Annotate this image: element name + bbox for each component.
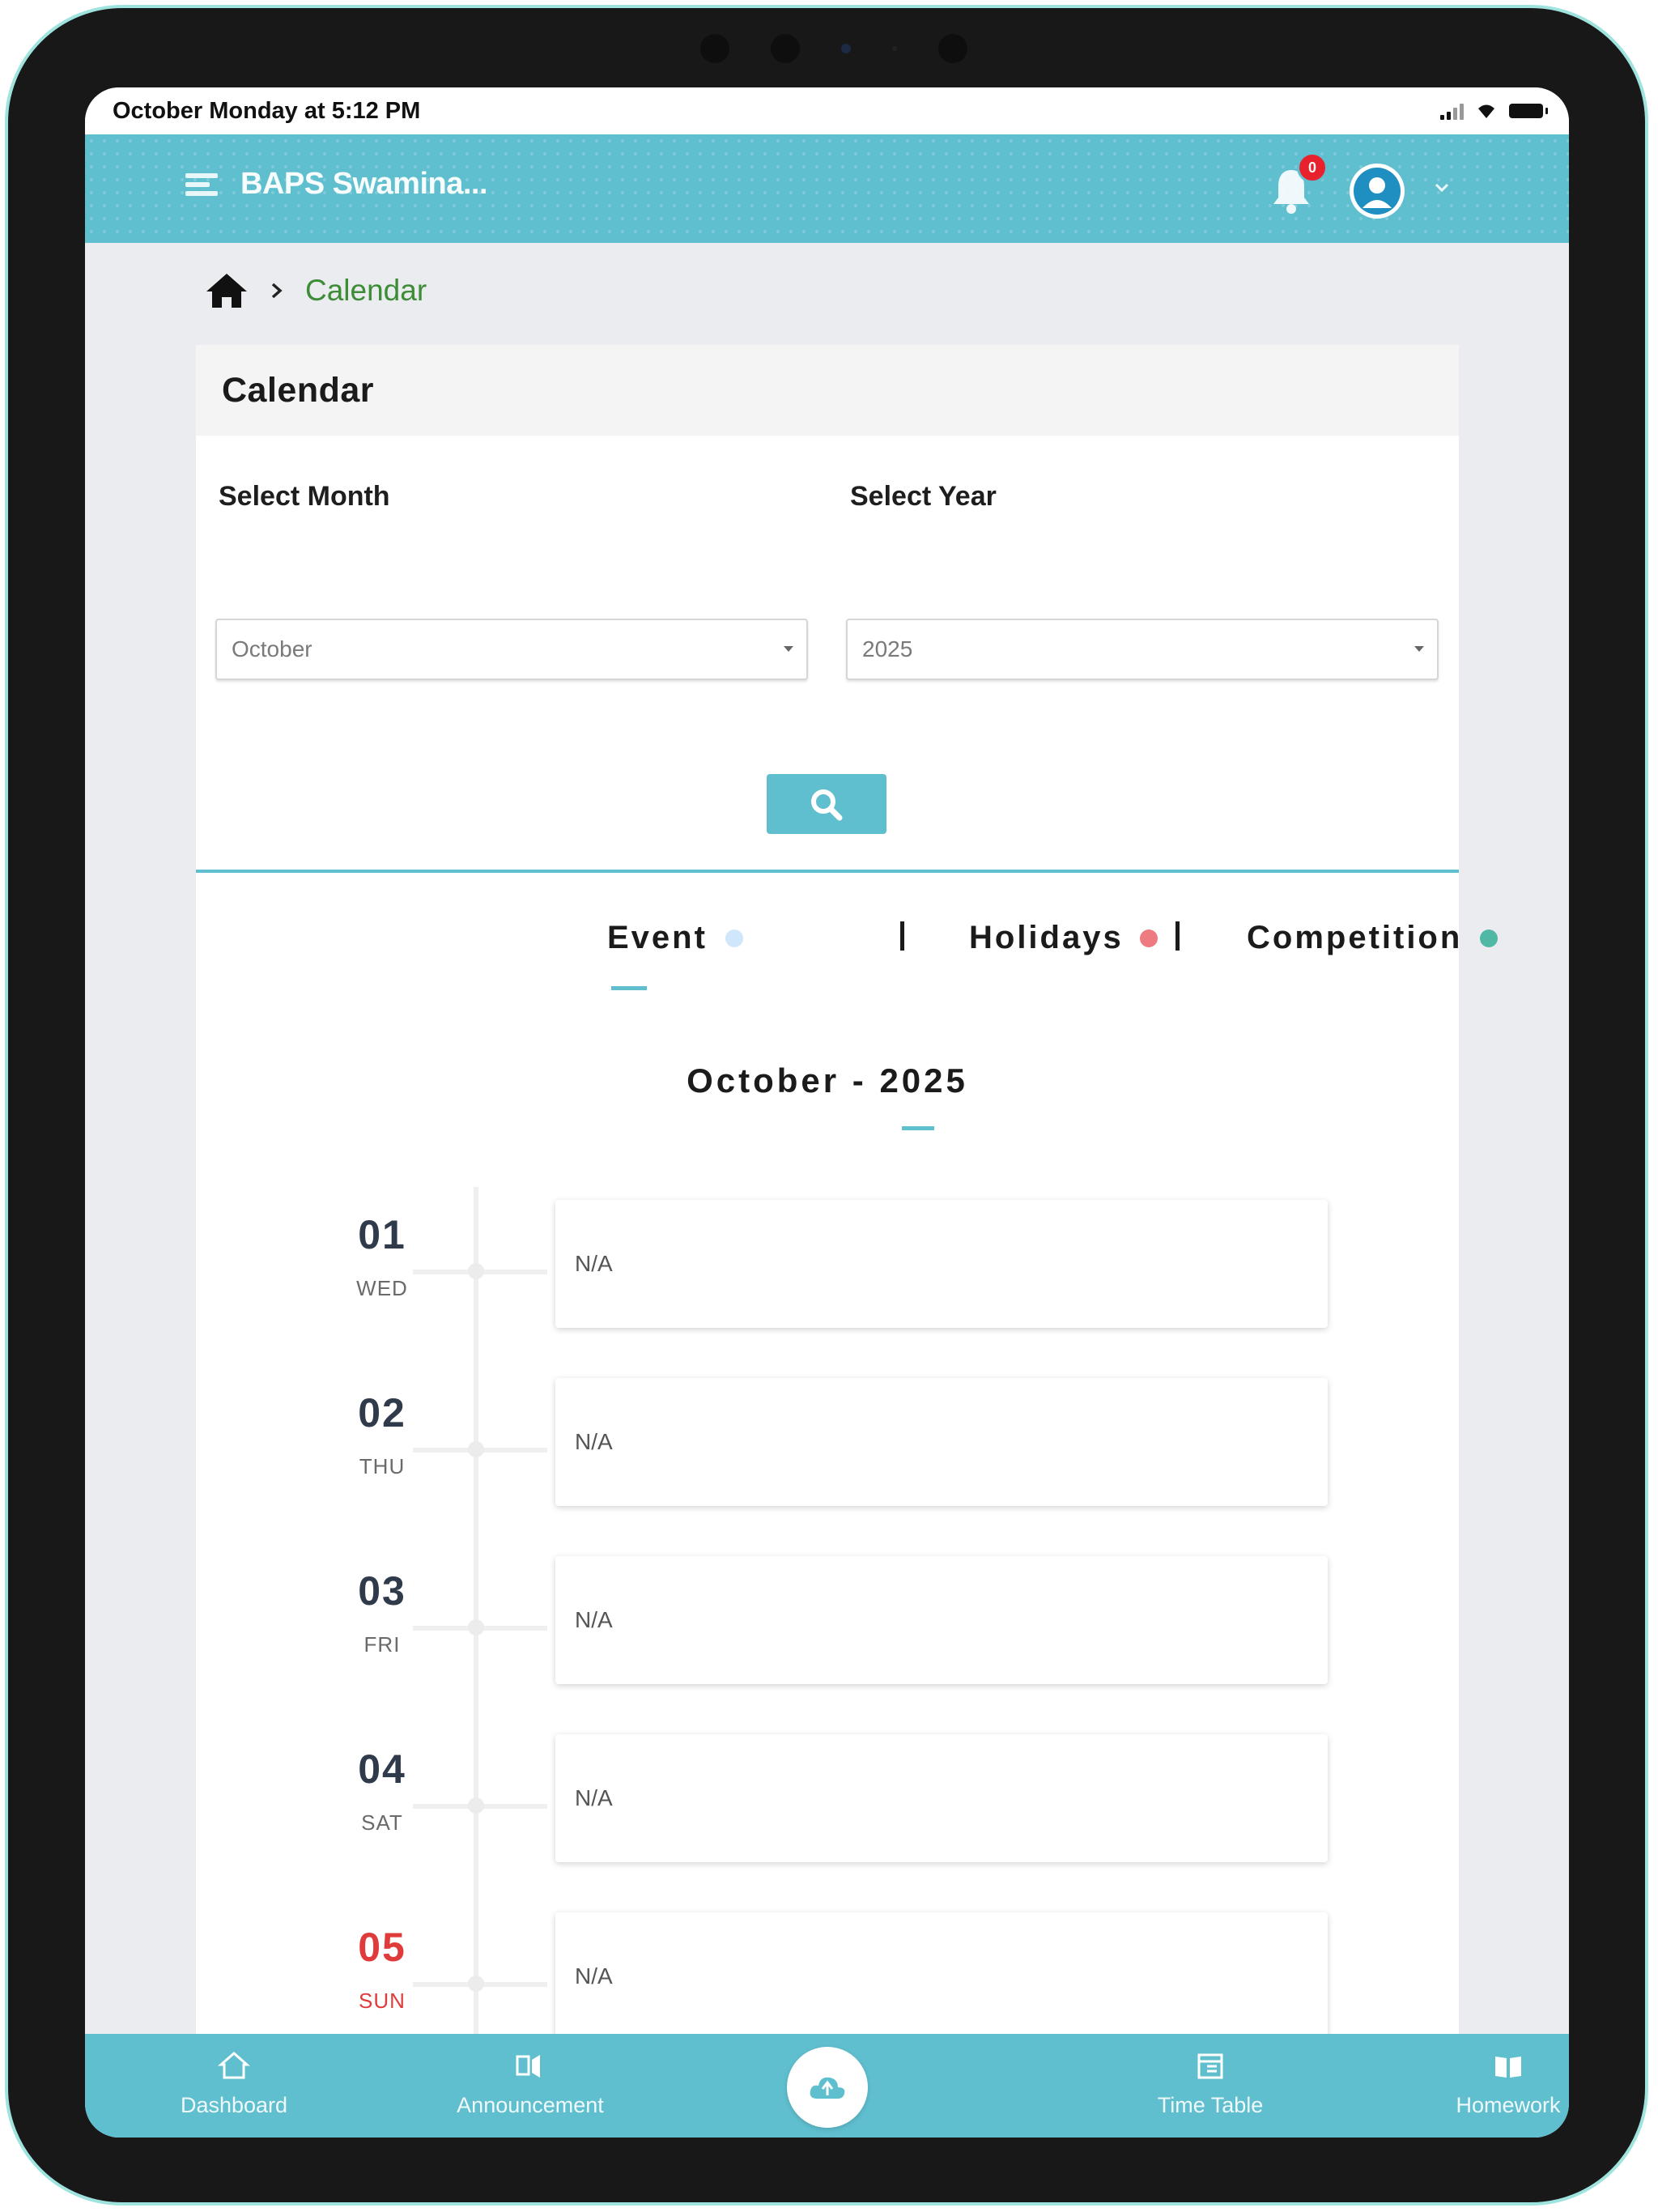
camera-bar xyxy=(680,31,988,66)
app-header: BAPS Swamina... 0 xyxy=(85,134,1569,243)
day-number: 02 xyxy=(358,1390,406,1436)
legend-separator xyxy=(900,921,904,951)
legend-holidays-tab[interactable]: Holidays xyxy=(969,920,1158,956)
section-divider xyxy=(196,870,1459,873)
dropdown-caret-icon xyxy=(784,646,793,652)
day-row: 03 FRI N/A xyxy=(196,1556,1459,1705)
breadcrumb-current[interactable]: Calendar xyxy=(305,274,427,308)
timeline-node xyxy=(468,1263,484,1279)
camera-lens xyxy=(771,34,801,63)
nav-homework[interactable]: Homework xyxy=(1419,2048,1569,2118)
event-card[interactable]: N/A xyxy=(555,1556,1328,1684)
nav-announcement-label: Announcement xyxy=(457,2093,604,2117)
month-title-underline xyxy=(902,1126,934,1130)
day-name: FRI xyxy=(363,1632,401,1657)
year-select-value: 2025 xyxy=(862,636,913,661)
home-icon[interactable] xyxy=(205,272,249,309)
day-name: WED xyxy=(356,1276,408,1300)
chevron-down-icon[interactable] xyxy=(1434,180,1450,196)
calendar-icon xyxy=(1197,2053,1223,2079)
month-select[interactable]: October xyxy=(215,619,808,680)
day-number: 01 xyxy=(358,1212,406,1257)
status-time: October Monday at 5:12 PM xyxy=(113,97,421,124)
day-number: 03 xyxy=(358,1568,406,1614)
nav-timetable-label: Time Table xyxy=(1157,2093,1264,2117)
sensor-dot-small xyxy=(891,46,897,51)
wifi-icon xyxy=(1478,104,1494,118)
legend-competition-tab[interactable]: Competition xyxy=(1247,920,1499,956)
notification-badge: 0 xyxy=(1297,152,1328,183)
event-dot-icon xyxy=(725,929,743,947)
sensor-dot xyxy=(937,34,967,63)
tablet-device: October Monday at 5:12 PM BAPS Swamina..… xyxy=(0,0,1658,2212)
camera-indicator xyxy=(840,44,851,53)
chevron-right-icon xyxy=(271,283,283,299)
bottom-nav: Dashboard Announcement Time Table Homewo… xyxy=(85,2034,1569,2138)
nav-homework-label: Homework xyxy=(1456,2093,1561,2117)
app-screen: October Monday at 5:12 PM BAPS Swamina..… xyxy=(85,87,1569,2138)
megaphone-icon xyxy=(516,2055,540,2078)
legend-competition-label: Competition xyxy=(1247,920,1463,955)
status-bar: October Monday at 5:12 PM xyxy=(85,87,1569,134)
day-name: SUN xyxy=(359,1989,406,2013)
day-number: 05 xyxy=(358,1925,406,1970)
timeline-node xyxy=(468,1441,484,1457)
nav-dashboard[interactable]: Dashboard xyxy=(145,2048,323,2118)
search-icon xyxy=(811,789,843,821)
cloud-icon xyxy=(810,2077,845,2099)
legend-event-label: Event xyxy=(607,920,708,955)
year-select[interactable]: 2025 xyxy=(846,619,1439,680)
legend-holidays-label: Holidays xyxy=(969,920,1124,955)
nav-dashboard-label: Dashboard xyxy=(180,2093,288,2117)
nav-announcement[interactable]: Announcement xyxy=(441,2048,619,2118)
holiday-dot-icon xyxy=(1139,929,1158,947)
card-title: Calendar xyxy=(222,370,375,410)
month-title: October - 2025 xyxy=(687,1061,968,1100)
status-icons xyxy=(1440,102,1548,120)
day-row: 01 WED N/A xyxy=(196,1200,1459,1349)
timeline-node xyxy=(468,1976,484,1992)
event-card[interactable]: N/A xyxy=(555,1734,1328,1862)
event-card[interactable]: N/A xyxy=(555,1912,1328,2040)
nav-center-button[interactable] xyxy=(787,2047,868,2128)
day-name: SAT xyxy=(361,1810,403,1835)
year-label: Select Year xyxy=(850,481,997,512)
timeline-node xyxy=(468,1619,484,1636)
legend-event-tab[interactable]: Event xyxy=(607,920,743,956)
home-icon xyxy=(218,2052,250,2079)
app-title: BAPS Swamina... xyxy=(240,167,488,201)
battery-icon xyxy=(1509,104,1548,118)
search-button[interactable] xyxy=(767,774,886,834)
breadcrumb: Calendar xyxy=(205,272,427,309)
dropdown-caret-icon xyxy=(1414,646,1424,652)
cellular-signal-icon xyxy=(1440,102,1464,120)
menu-icon[interactable] xyxy=(185,173,218,204)
event-card[interactable]: N/A xyxy=(555,1200,1328,1328)
day-row: 02 THU N/A xyxy=(196,1378,1459,1527)
month-select-value: October xyxy=(232,636,312,661)
legend-separator xyxy=(1175,921,1180,951)
day-row: 04 SAT N/A xyxy=(196,1734,1459,1883)
event-card[interactable]: N/A xyxy=(555,1378,1328,1506)
day-name: THU xyxy=(359,1454,406,1478)
calendar-card: Calendar Select Month October Select Yea… xyxy=(196,345,1499,2138)
avatar[interactable] xyxy=(1350,164,1405,219)
competition-dot-icon xyxy=(1480,929,1499,947)
month-label: Select Month xyxy=(219,481,390,512)
timeline-node xyxy=(468,1797,484,1814)
book-icon xyxy=(1495,2057,1521,2078)
card-header: Calendar xyxy=(196,345,1459,436)
sensor-dot xyxy=(700,34,730,63)
nav-timetable[interactable]: Time Table xyxy=(1121,2048,1299,2118)
user-icon xyxy=(1354,168,1401,215)
day-number: 04 xyxy=(358,1746,406,1792)
active-tab-indicator xyxy=(611,986,647,990)
